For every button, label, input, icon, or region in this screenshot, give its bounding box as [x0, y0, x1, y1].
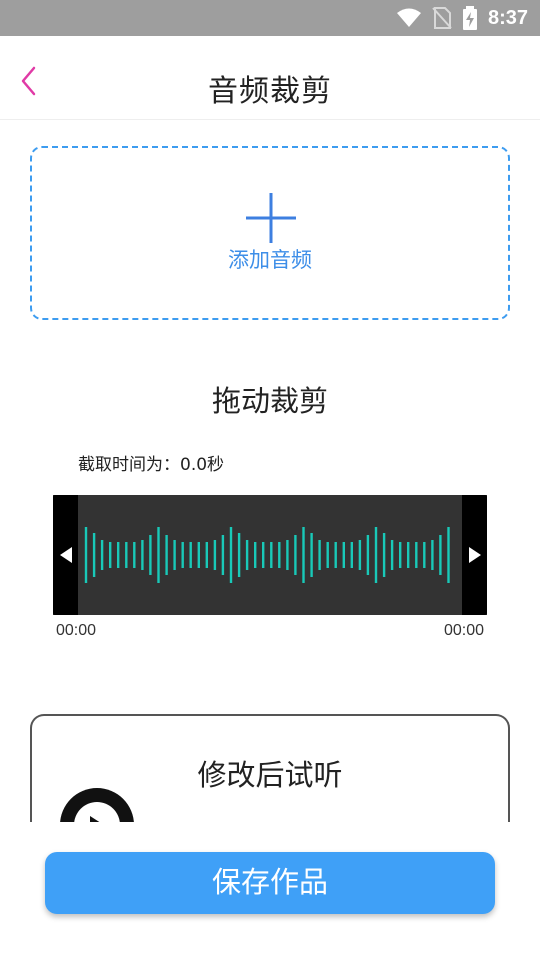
app-bar: 音频裁剪 [0, 36, 540, 120]
triangle-right-icon [468, 547, 481, 563]
waveform [84, 527, 450, 583]
status-time: 8:37 [487, 6, 528, 29]
trim-start-handle[interactable] [53, 495, 78, 615]
bottom-bar: 保存作品 [0, 822, 540, 960]
trim-end-time: 00:00 [443, 622, 484, 639]
no-sim-icon [432, 7, 452, 29]
add-audio-label: 添加音频 [228, 248, 312, 272]
plus-icon [246, 193, 296, 243]
status-bar: 8:37 [0, 0, 540, 36]
battery-charging-icon [462, 6, 477, 30]
waveform-trimmer[interactable] [53, 495, 487, 615]
clip-duration-label: 截取时间为：0.0秒 [78, 455, 225, 475]
wifi-icon [396, 8, 421, 27]
trim-end-handle[interactable] [462, 495, 487, 615]
save-work-button[interactable]: 保存作品 [45, 852, 495, 914]
trim-section-title: 拖动裁剪 [211, 384, 328, 418]
page-title: 音频裁剪 [208, 74, 332, 109]
trim-start-time: 00:00 [56, 622, 97, 639]
add-audio-button[interactable]: 添加音频 [30, 146, 510, 320]
triangle-left-icon [59, 547, 72, 563]
status-icons: 8:37 [396, 5, 528, 31]
